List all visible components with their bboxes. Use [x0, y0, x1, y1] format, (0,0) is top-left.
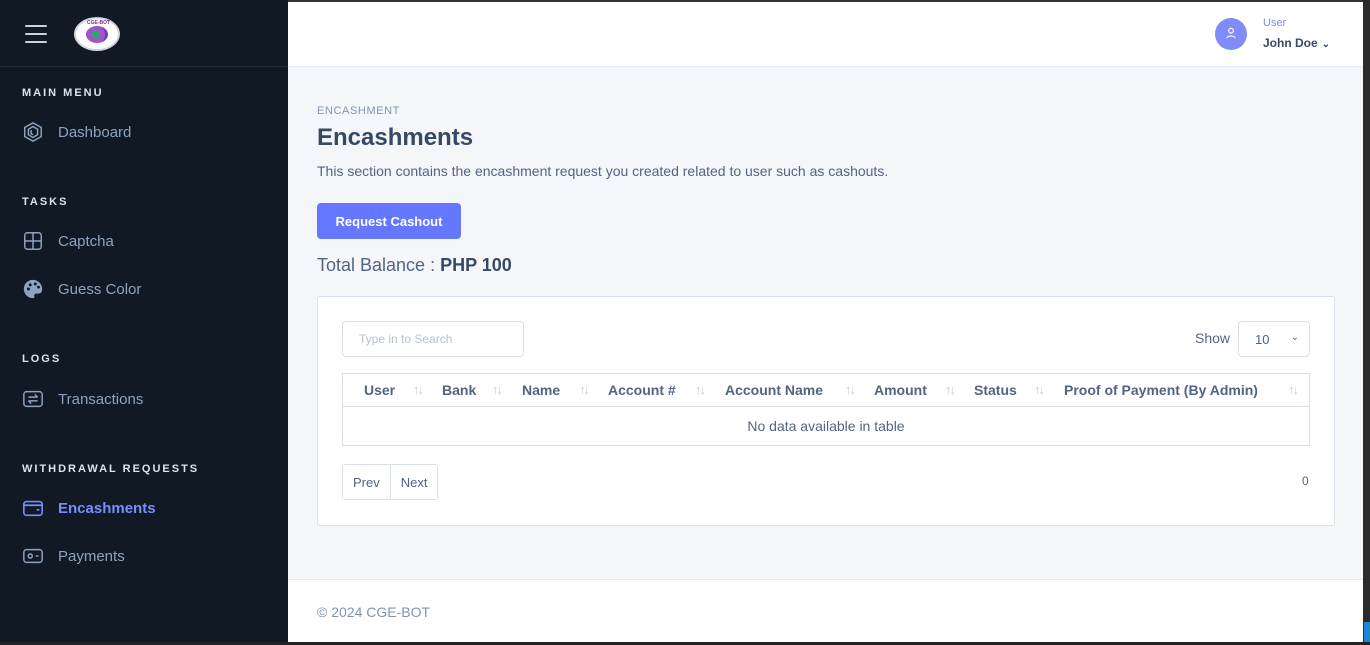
sidebar: CGE-BOT MAIN MENU Dashboard TASKS Captch…: [0, 0, 288, 645]
page-title: Encashments: [317, 124, 474, 151]
next-page-button[interactable]: Next: [389, 465, 438, 499]
palette-icon: [23, 279, 43, 299]
empty-table-message: No data available in table: [747, 418, 905, 434]
total-balance: Total Balance : PHP 100: [317, 255, 512, 276]
column-header-proof-of-payment[interactable]: Proof of Payment (By Admin): [1064, 382, 1258, 398]
sort-icon[interactable]: ↑↓: [492, 382, 503, 397]
sort-icon[interactable]: ↑↓: [1288, 382, 1299, 397]
sort-icon[interactable]: ↑↓: [1034, 382, 1045, 397]
balance-label: Total Balance :: [317, 255, 436, 275]
page-size-value: 10: [1255, 332, 1270, 347]
sidebar-item-payments[interactable]: Payments: [22, 543, 125, 569]
sidebar-item-dashboard[interactable]: Dashboard: [22, 119, 131, 145]
section-title-main-menu: MAIN MENU: [22, 87, 104, 99]
copyright-text: © 2024 CGE-BOT: [317, 604, 431, 620]
avatar[interactable]: [1215, 18, 1247, 50]
section-title-withdrawal-requests: WITHDRAWAL REQUESTS: [22, 463, 200, 475]
sort-icon[interactable]: ↑↓: [695, 382, 706, 397]
encashments-card: Show 10 ⌄ User ↑↓ Bank ↑↓ Name ↑↓ Accoun…: [317, 296, 1335, 526]
sidebar-item-label: Guess Color: [58, 280, 142, 298]
column-header-name[interactable]: Name: [522, 382, 560, 398]
chevron-down-icon: ⌄: [1290, 332, 1299, 343]
section-title-logs: LOGS: [22, 353, 62, 365]
sidebar-item-label: Captcha: [58, 232, 114, 250]
sidebar-item-transactions[interactable]: Transactions: [22, 386, 143, 412]
prev-page-button[interactable]: Prev: [343, 465, 390, 499]
request-cashout-button[interactable]: Request Cashout: [317, 203, 461, 239]
user-icon: [1226, 27, 1236, 39]
transfer-icon: [23, 390, 43, 408]
sidebar-item-encashments[interactable]: Encashments: [22, 495, 156, 521]
column-header-user[interactable]: User: [364, 382, 395, 398]
money-icon: [23, 548, 43, 564]
sidebar-header: CGE-BOT: [0, 0, 288, 67]
user-role: User: [1263, 17, 1287, 29]
page-description: This section contains the encashment req…: [317, 163, 889, 179]
topbar: User John Doe ⌄: [288, 2, 1363, 67]
main-content: ENCASHMENT Encashments This section cont…: [288, 67, 1363, 579]
column-header-amount[interactable]: Amount: [874, 382, 927, 398]
breadcrumb: ENCASHMENT: [317, 105, 401, 117]
grid-icon: [24, 232, 42, 250]
user-name: John Doe: [1263, 36, 1318, 50]
dashboard-icon: [24, 121, 42, 143]
pagination: Prev Next: [342, 464, 439, 500]
sidebar-item-label: Encashments: [58, 499, 156, 517]
page-size-select[interactable]: 10 ⌄: [1238, 321, 1310, 357]
sort-icon[interactable]: ↑↓: [945, 382, 956, 397]
sidebar-item-label: Dashboard: [58, 123, 132, 141]
record-count: 0: [1302, 474, 1309, 488]
chevron-down-icon: ⌄: [1321, 39, 1331, 50]
window-right-edge: [1363, 0, 1370, 645]
sort-icon[interactable]: ↑↓: [413, 382, 424, 397]
table-header: User ↑↓ Bank ↑↓ Name ↑↓ Account # ↑↓ Acc…: [343, 374, 1309, 407]
search-input[interactable]: [342, 321, 524, 357]
show-label: Show: [1195, 330, 1231, 346]
column-header-account-name[interactable]: Account Name: [725, 382, 823, 398]
sort-icon[interactable]: ↑↓: [579, 382, 590, 397]
section-title-tasks: TASKS: [22, 196, 69, 208]
column-header-account-number[interactable]: Account #: [608, 382, 676, 398]
sidebar-item-label: Transactions: [58, 390, 144, 408]
brand-logo[interactable]: CGE-BOT: [74, 17, 120, 51]
encashments-table: User ↑↓ Bank ↑↓ Name ↑↓ Account # ↑↓ Acc…: [342, 373, 1310, 446]
sidebar-item-guess-color[interactable]: Guess Color: [22, 276, 141, 302]
sidebar-item-captcha[interactable]: Captcha: [22, 228, 114, 254]
footer: © 2024 CGE-BOT: [288, 579, 1363, 643]
sort-icon[interactable]: ↑↓: [845, 382, 856, 397]
menu-toggle-icon[interactable]: [25, 25, 47, 43]
column-header-bank[interactable]: Bank: [442, 382, 476, 398]
sidebar-item-label: Payments: [58, 547, 125, 565]
user-menu[interactable]: John Doe ⌄: [1263, 36, 1330, 50]
column-header-status[interactable]: Status: [974, 382, 1017, 398]
wallet-icon: [23, 500, 43, 517]
balance-value: PHP 100: [440, 255, 512, 275]
